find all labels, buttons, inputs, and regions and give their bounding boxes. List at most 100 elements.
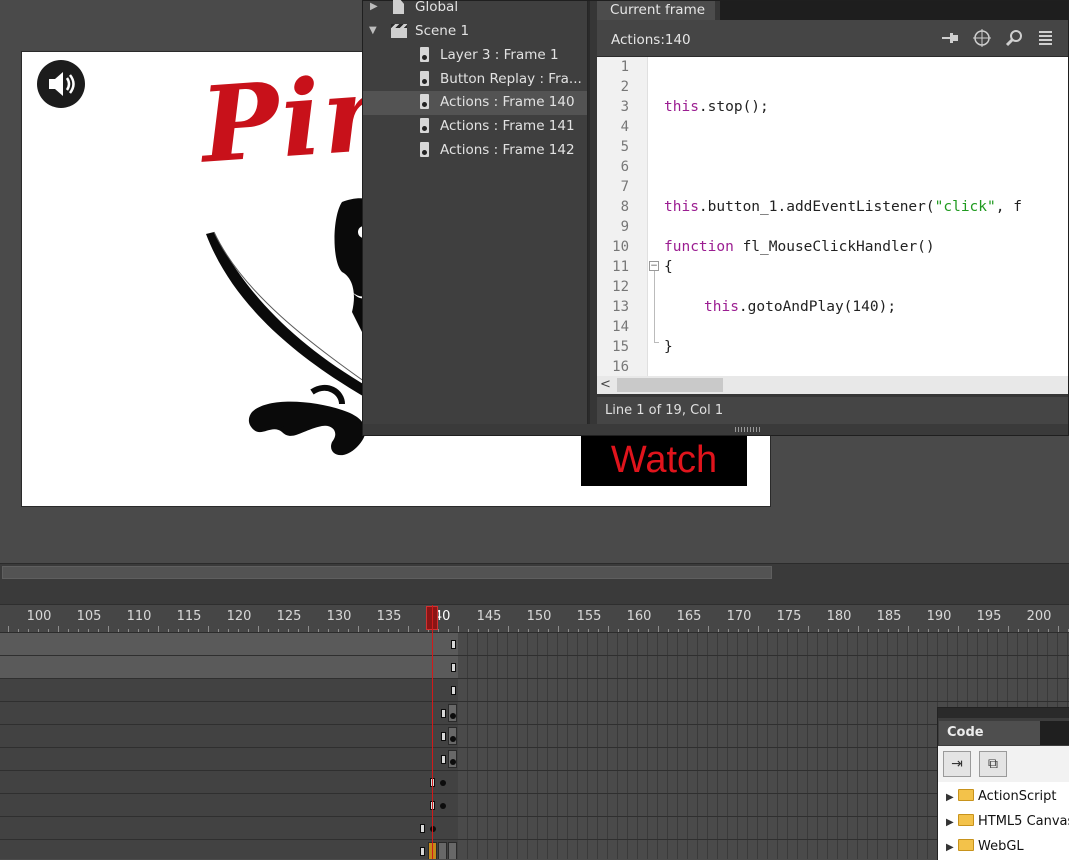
code-editor[interactable]: 1 2 3 4 5 6 7 8 9 10 11 12 13 14 15 16 −… bbox=[597, 57, 1068, 376]
ruler-tick bbox=[108, 626, 109, 632]
frame-grid[interactable] bbox=[0, 633, 1069, 859]
layer-row[interactable] bbox=[0, 748, 1069, 771]
tree-item-frame[interactable]: Button Replay : Fra... bbox=[363, 68, 587, 92]
ruler-tick bbox=[48, 629, 49, 632]
keyframe-icon bbox=[420, 94, 429, 109]
line-number: 13 bbox=[612, 299, 629, 315]
actions-keyframe-span[interactable] bbox=[438, 842, 447, 859]
search-icon[interactable] bbox=[1004, 28, 1024, 48]
keyframe-span[interactable] bbox=[448, 750, 457, 768]
keyframe-dot-icon[interactable] bbox=[440, 780, 446, 786]
ruler-tick bbox=[18, 629, 19, 632]
layer-row[interactable] bbox=[0, 702, 1069, 725]
ruler-label-current: 140 bbox=[418, 609, 458, 624]
stage-horizontal-scrollbar[interactable] bbox=[0, 563, 1069, 583]
collapse-arrow-icon[interactable]: ▼ bbox=[369, 20, 379, 42]
target-icon[interactable] bbox=[972, 28, 992, 48]
empty-keyframe-icon[interactable] bbox=[451, 686, 456, 695]
tree-item-frame[interactable]: Actions : Frame 142 bbox=[363, 139, 587, 163]
ruler-tick bbox=[528, 629, 529, 632]
panel-title-bar[interactable] bbox=[938, 708, 1069, 718]
actions-keyframe-span[interactable] bbox=[448, 842, 457, 859]
keyframe-span[interactable] bbox=[448, 727, 457, 745]
keyframe-dot-icon[interactable] bbox=[440, 803, 446, 809]
keyframe-dot-icon[interactable] bbox=[430, 826, 436, 832]
ruler-label: 120 bbox=[226, 609, 252, 624]
add-to-frame-button[interactable]: ⇥ bbox=[943, 751, 971, 777]
layer-row[interactable] bbox=[0, 771, 1069, 794]
cursor-position-status: Line 1 of 19, Col 1 bbox=[605, 403, 724, 418]
empty-keyframe-icon[interactable] bbox=[420, 824, 425, 833]
layer-row[interactable] bbox=[0, 679, 1069, 702]
ruler-tick bbox=[898, 629, 899, 632]
folder-item[interactable]: ▶ HTML5 Canvas bbox=[946, 812, 1069, 833]
stage-scrollbar-thumb[interactable] bbox=[2, 566, 772, 579]
layer-row[interactable] bbox=[0, 656, 1069, 679]
ruler-tick bbox=[748, 629, 749, 632]
layer-row[interactable] bbox=[0, 725, 1069, 748]
line-number: 9 bbox=[620, 219, 629, 235]
expand-arrow-icon[interactable]: ▶ bbox=[946, 813, 958, 833]
folder-item[interactable]: ▶ WebGL bbox=[946, 837, 1024, 858]
empty-keyframe-icon[interactable] bbox=[420, 847, 425, 856]
expand-arrow-icon[interactable]: ▶ bbox=[946, 788, 958, 808]
tree-item-frame[interactable]: Actions : Frame 141 bbox=[363, 115, 587, 139]
tab-code-snippets[interactable]: Code Snippets bbox=[939, 721, 1040, 764]
empty-keyframe-icon[interactable] bbox=[441, 709, 446, 718]
layer-row[interactable] bbox=[0, 794, 1069, 817]
ruler-tick bbox=[708, 626, 709, 632]
frame-cells[interactable] bbox=[458, 679, 1069, 701]
ruler-tick bbox=[1048, 629, 1049, 632]
timeline-panel: 100 105 110 115 120 125 130 135 140 145 … bbox=[0, 582, 1069, 859]
ruler-label: 100 bbox=[26, 609, 52, 624]
tree-item-frame[interactable]: Layer 3 : Frame 1 bbox=[363, 44, 587, 68]
speaker-icon[interactable] bbox=[37, 60, 85, 108]
ruler-tick bbox=[618, 629, 619, 632]
tree-item-frame-selected[interactable]: Actions : Frame 140 bbox=[363, 91, 587, 115]
empty-keyframe-icon[interactable] bbox=[441, 732, 446, 741]
tree-item-scene[interactable]: ▼ Scene 1 bbox=[363, 20, 587, 44]
empty-keyframe-icon[interactable] bbox=[441, 755, 446, 764]
frame-cells[interactable] bbox=[458, 633, 1069, 655]
folder-item[interactable]: ▶ ActionScript bbox=[946, 787, 1056, 808]
expand-arrow-icon[interactable]: ▶ bbox=[946, 838, 958, 858]
code-header: Actions:140 bbox=[597, 20, 1068, 57]
keyframe-span[interactable] bbox=[448, 704, 457, 722]
layer-row[interactable] bbox=[0, 633, 1069, 656]
ruler-label: 150 bbox=[526, 609, 552, 624]
expand-arrow-icon[interactable]: ▶ bbox=[370, 0, 380, 18]
ruler-label: 160 bbox=[626, 609, 652, 624]
ruler-tick bbox=[918, 629, 919, 632]
grip-dots-icon[interactable] bbox=[735, 427, 761, 432]
ruler-tick bbox=[988, 629, 989, 632]
ruler-tick bbox=[798, 629, 799, 632]
editor-scrollbar-thumb[interactable] bbox=[617, 378, 723, 392]
layer-row[interactable] bbox=[0, 840, 1069, 859]
empty-keyframe-icon[interactable] bbox=[451, 663, 456, 672]
options-icon[interactable] bbox=[1035, 28, 1055, 48]
ruler-tick bbox=[998, 629, 999, 632]
ruler-tick bbox=[908, 626, 909, 632]
fold-toggle-icon[interactable]: − bbox=[649, 261, 659, 271]
empty-keyframe-icon[interactable] bbox=[451, 640, 456, 649]
frame-cells[interactable] bbox=[458, 656, 1069, 678]
editor-horizontal-scrollbar[interactable]: < bbox=[597, 376, 1068, 394]
ruler-tick bbox=[118, 629, 119, 632]
line-number: 5 bbox=[620, 139, 629, 155]
watch-button[interactable]: Watch bbox=[581, 435, 747, 486]
ruler-tick bbox=[278, 629, 279, 632]
layer-row[interactable] bbox=[0, 817, 1069, 840]
ruler-tick bbox=[788, 629, 789, 632]
ruler-tick bbox=[148, 629, 149, 632]
frame-ruler[interactable]: 100 105 110 115 120 125 130 135 140 145 … bbox=[0, 605, 1069, 633]
keyframe-dot-icon bbox=[450, 713, 456, 719]
tree-item-label: Scene 1 bbox=[415, 23, 470, 39]
tree-item-global[interactable]: ▶ Global bbox=[363, 0, 587, 20]
pin-icon[interactable] bbox=[940, 28, 960, 48]
ruler-tick bbox=[608, 626, 609, 632]
panel-resize-grip[interactable] bbox=[363, 424, 1068, 435]
copy-snippet-button[interactable]: ⧉ bbox=[979, 751, 1007, 777]
scroll-left-arrow-icon[interactable]: < bbox=[600, 376, 611, 394]
ruler-tick bbox=[558, 626, 559, 632]
tab-current-frame[interactable]: Current frame bbox=[597, 1, 715, 20]
